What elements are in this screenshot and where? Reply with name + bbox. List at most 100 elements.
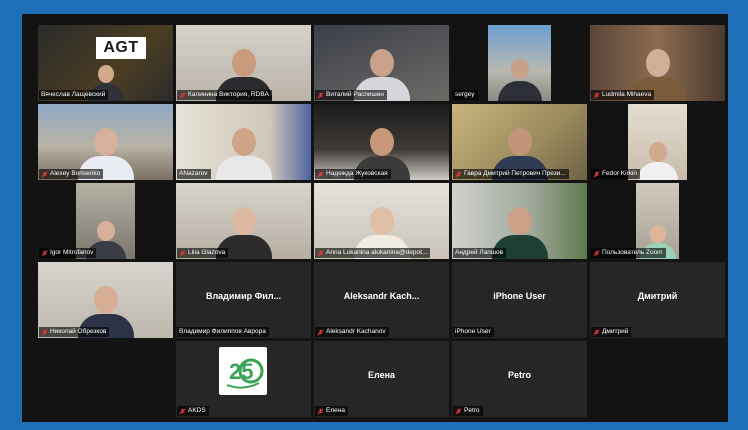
participant-name: Дмитрий	[602, 328, 629, 335]
participant-name-label: Alexey Borisenko	[39, 169, 104, 179]
participant-name: Вячеслав Лащевский	[41, 91, 106, 98]
participant-tile[interactable]: Гавра Дмитрий Петрович Прези...	[452, 104, 587, 180]
participant-name: iPhone User	[455, 328, 491, 335]
muted-mic-icon	[41, 170, 48, 178]
participant-name-label: Виталий Распишин	[315, 90, 387, 100]
participant-name: Надежда Жуковская	[326, 170, 388, 177]
participant-name: AKDS	[188, 407, 206, 414]
muted-mic-icon	[593, 91, 600, 99]
participant-name: Калинина Виктория, RDBA	[188, 91, 269, 98]
participant-tile[interactable]: Владимир Фил... Владимир Филиппов Аврора	[176, 262, 311, 338]
muted-mic-icon	[317, 407, 324, 415]
participant-tile[interactable]: Ludmila Mihaeva	[590, 25, 725, 101]
participant-video	[636, 136, 680, 180]
muted-mic-icon	[41, 328, 48, 336]
participant-name-label: Petro	[453, 406, 483, 416]
participant-name: Виталий Распишин	[326, 91, 384, 98]
muted-mic-icon	[317, 91, 324, 99]
participant-name: Елена	[326, 407, 345, 414]
participant-display-name: Елена	[367, 370, 396, 380]
participant-tile[interactable]: Дмитрий Дмитрий	[590, 262, 725, 338]
participant-tile[interactable]: Fedor Kirkin	[590, 104, 725, 180]
participant-name: Anna Lukanina alukanina@depot...	[326, 249, 428, 256]
participant-name-label: Гавра Дмитрий Петрович Прези...	[453, 169, 569, 179]
muted-mic-icon	[179, 91, 186, 99]
participant-name-label: Igor Mitrofanov	[39, 248, 97, 258]
participant-tile[interactable]: Igor Mitrofanov	[38, 183, 173, 259]
muted-mic-icon	[179, 407, 186, 415]
participant-display-name: iPhone User	[493, 291, 546, 301]
participant-name-label: Дмитрий	[591, 327, 632, 337]
muted-mic-icon	[455, 170, 462, 178]
participant-tile[interactable]: Николай Обрезков	[38, 262, 173, 338]
participant-name-label: sergey	[453, 90, 478, 100]
participant-name: Гавра Дмитрий Петрович Прези...	[464, 170, 566, 177]
participant-tile[interactable]: ANazarov	[176, 104, 311, 180]
participant-name-label: Anna Lukanina alukanina@depot...	[315, 248, 431, 258]
participant-tile[interactable]: iPhone User iPhone User	[452, 262, 587, 338]
participant-name-label: ANazarov	[177, 169, 211, 179]
participant-display-name: Petro	[507, 370, 531, 380]
participant-tile[interactable]: Anna Lukanina alukanina@depot...	[314, 183, 449, 259]
participant-name-label: Fedor Kirkin	[591, 169, 641, 179]
muted-mic-icon	[593, 328, 600, 336]
participant-tile[interactable]: sergey	[452, 25, 587, 101]
participant-name-label: Елена	[315, 406, 348, 416]
participant-name: Пользователь Zoom	[602, 249, 663, 256]
participant-name: Ludmila Mihaeva	[602, 91, 652, 98]
participant-name: Владимир Филиппов Аврора	[179, 328, 266, 335]
participant-tile[interactable]: Надежда Жуковская	[314, 104, 449, 180]
participant-name-label: Калинина Виктория, RDBA	[177, 90, 272, 100]
participant-tile[interactable]: Пользователь Zoom	[590, 183, 725, 259]
participant-name: Fedor Kirkin	[602, 170, 638, 177]
muted-mic-icon	[41, 249, 48, 257]
participant-tile[interactable]: AGT Вячеслав Лащевский	[38, 25, 173, 101]
participant-name-label: iPhone User	[453, 327, 494, 337]
participant-display-name: Владимир Фил...	[205, 291, 282, 301]
participant-name-label: Пользователь Zoom	[591, 248, 666, 258]
participant-tile[interactable]: Lilia Glazova	[176, 183, 311, 259]
participant-name: Aleksandr Kachanov	[326, 328, 386, 335]
muted-mic-icon	[317, 249, 324, 257]
akds-logo: 25	[219, 347, 267, 395]
participant-display-name: Aleksandr Kach...	[343, 291, 420, 301]
participant-name-label: Вячеслав Лащевский	[39, 90, 109, 100]
muted-mic-icon	[455, 407, 462, 415]
screenshot-frame: AGT Вячеслав Лащевский Калинина Виктория…	[0, 0, 748, 430]
participant-display-name: Дмитрий	[637, 291, 678, 301]
participant-video	[496, 53, 544, 101]
participant-name: Petro	[464, 407, 480, 414]
muted-mic-icon	[317, 328, 324, 336]
akds-25-logo-icon: 25	[226, 358, 264, 389]
participant-name-label: AKDS	[177, 406, 209, 416]
participant-tile[interactable]: Виталий Распишин	[314, 25, 449, 101]
participant-name: ANazarov	[179, 170, 208, 177]
participant-name-label: Андрей Лапшов	[453, 248, 507, 258]
participant-tile[interactable]: Alexey Borisenko	[38, 104, 173, 180]
muted-mic-icon	[593, 249, 600, 257]
participant-tile[interactable]: 25 AKDS	[176, 341, 311, 417]
participant-tile[interactable]: Андрей Лапшов	[452, 183, 587, 259]
muted-mic-icon	[593, 170, 600, 178]
participant-video	[215, 122, 273, 180]
participant-name: Андрей Лапшов	[455, 249, 504, 256]
muted-mic-icon	[179, 249, 186, 257]
participant-name: Lilia Glazova	[188, 249, 226, 256]
participant-name: Igor Mitrofanov	[50, 249, 94, 256]
participant-name-label: Надежда Жуковская	[315, 169, 391, 179]
participant-tile[interactable]: Елена Елена	[314, 341, 449, 417]
agt-logo: AGT	[96, 37, 146, 59]
muted-mic-icon	[317, 170, 324, 178]
participant-tile[interactable]: Калинина Виктория, RDBA	[176, 25, 311, 101]
participant-tile[interactable]: Aleksandr Kach... Aleksandr Kachanov	[314, 262, 449, 338]
participant-name: Николай Обрезков	[50, 328, 107, 335]
participant-name: Alexey Borisenko	[50, 170, 101, 177]
participant-name-label: Владимир Филиппов Аврора	[177, 327, 269, 337]
participant-name-label: Николай Обрезков	[39, 327, 110, 337]
participant-tile[interactable]: Petro Petro	[452, 341, 587, 417]
participant-name: sergey	[455, 91, 475, 98]
zoom-gallery-view: AGT Вячеслав Лащевский Калинина Виктория…	[22, 14, 728, 422]
participant-name-label: Ludmila Mihaeva	[591, 90, 655, 100]
participant-name-label: Aleksandr Kachanov	[315, 327, 389, 337]
participant-name-label: Lilia Glazova	[177, 248, 229, 258]
